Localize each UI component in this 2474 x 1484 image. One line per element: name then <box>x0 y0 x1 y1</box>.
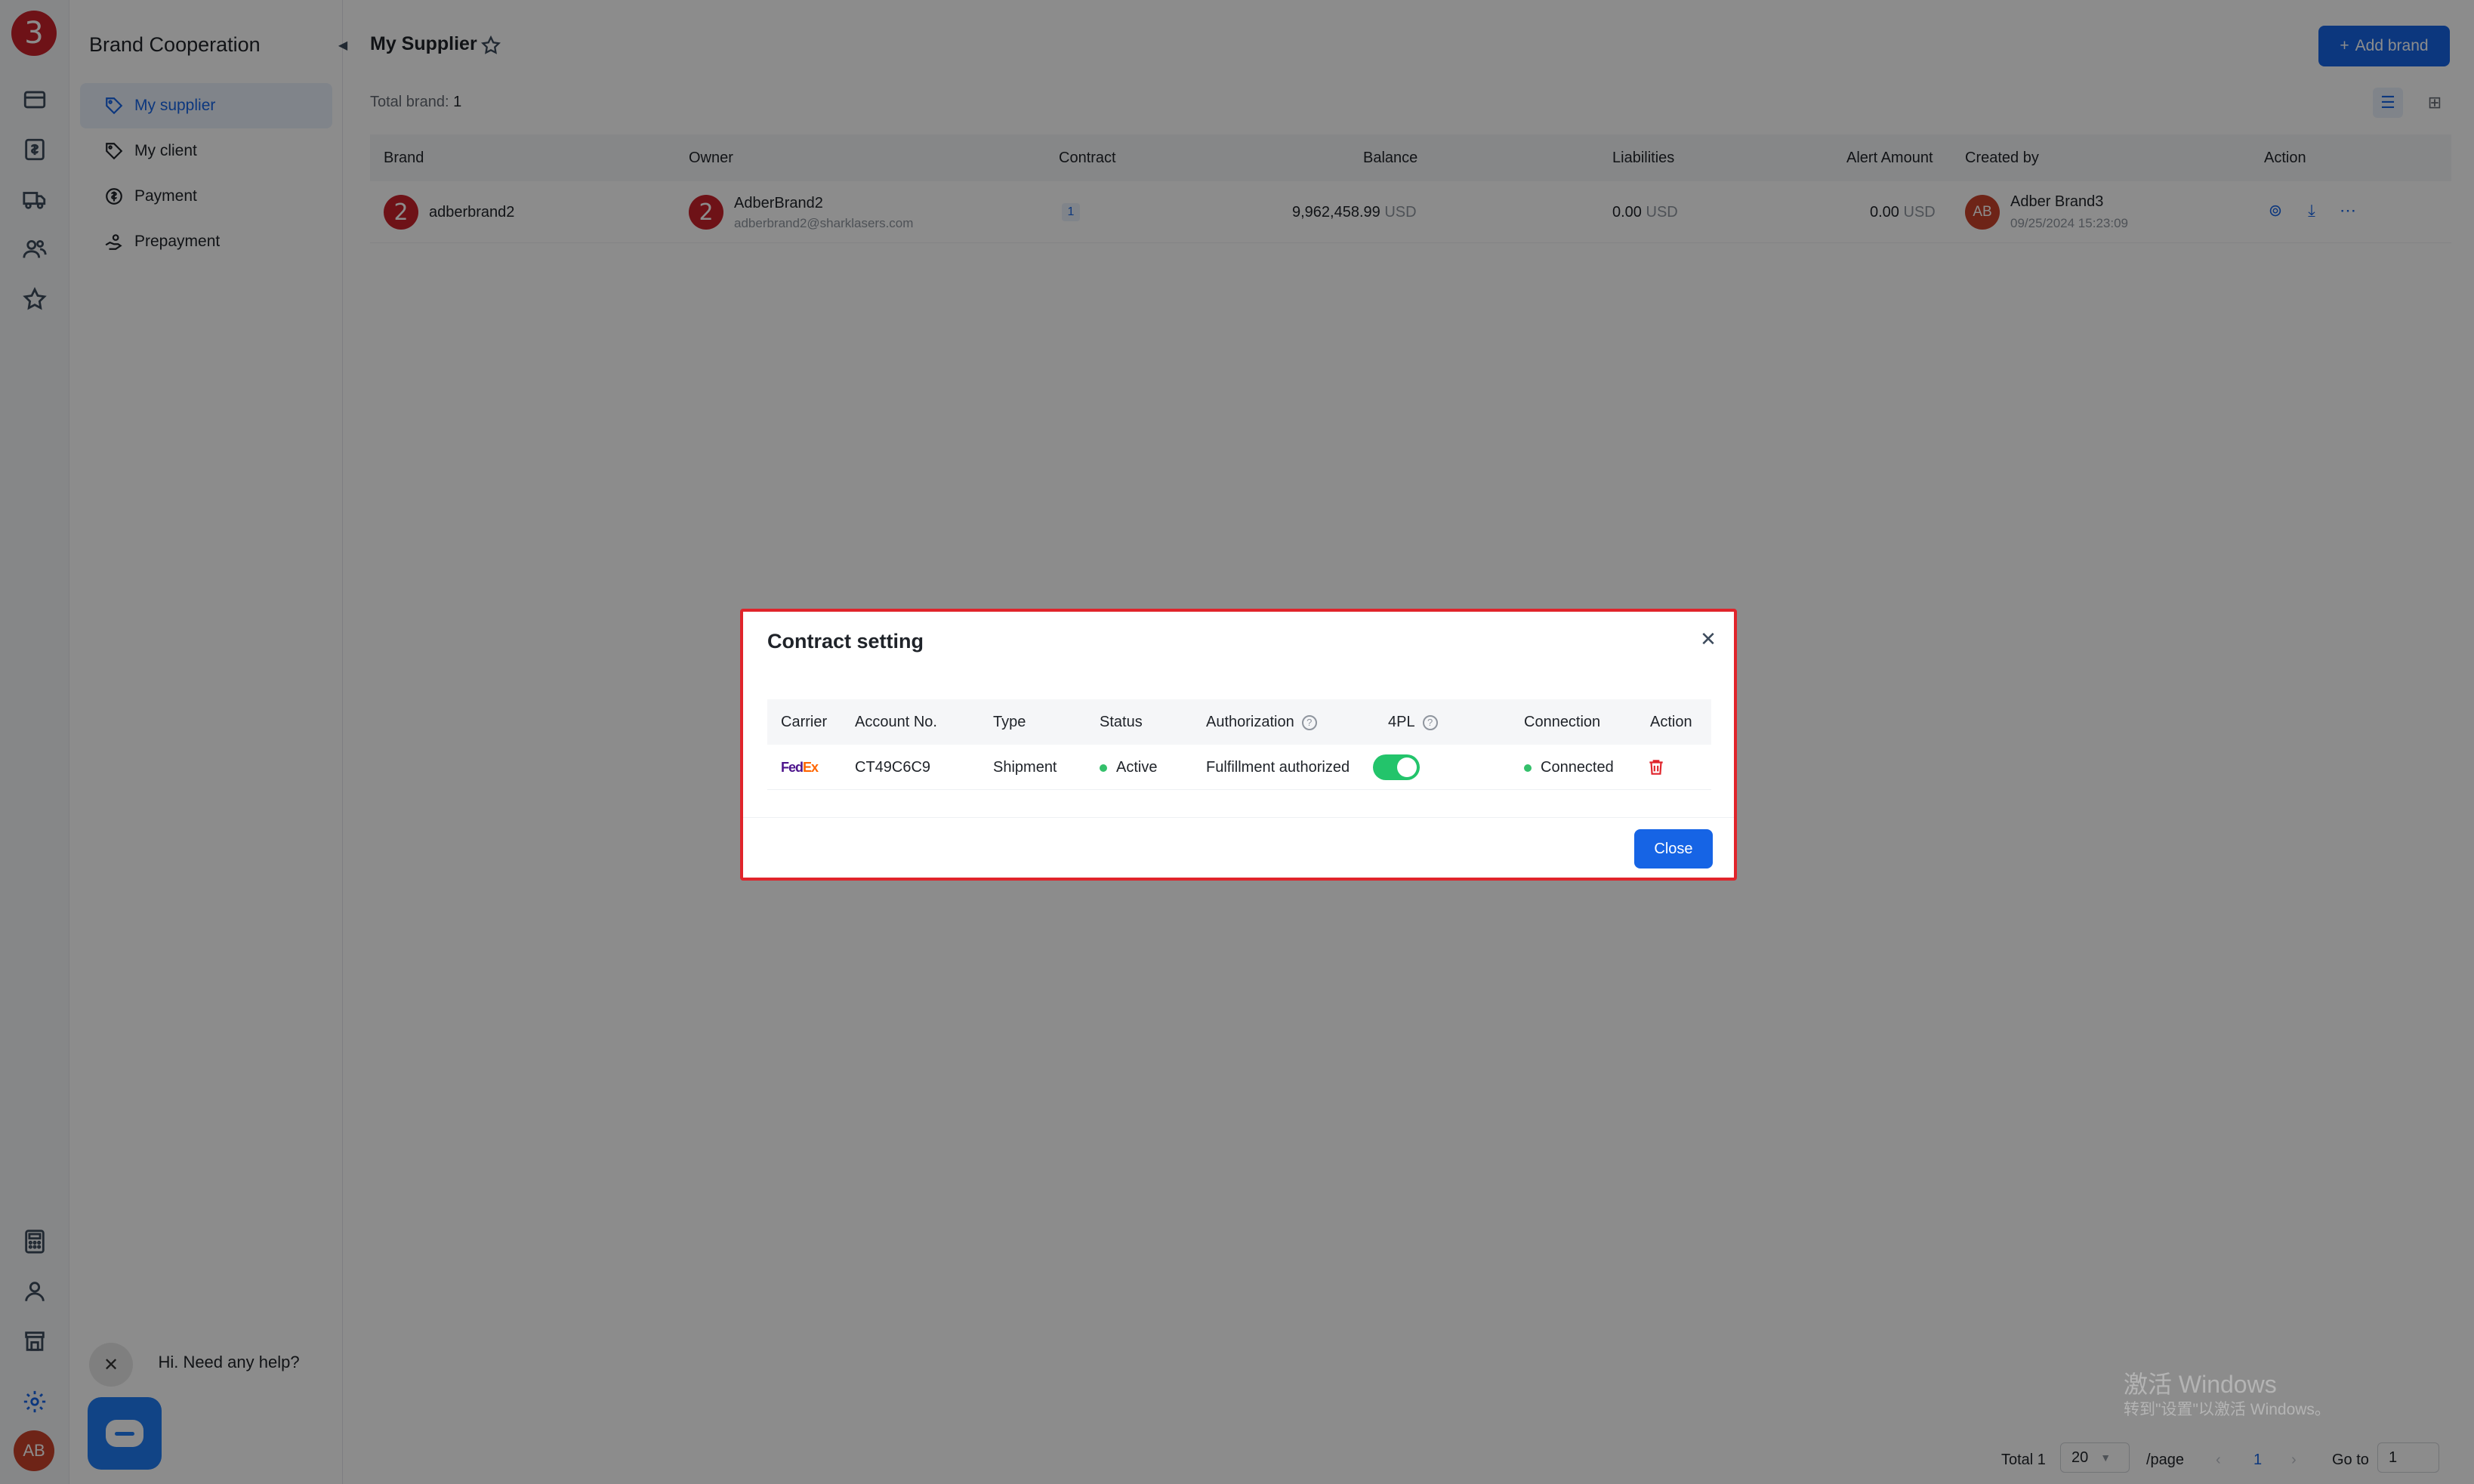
modal-table-header: Carrier Account No. Type Status Authoriz… <box>767 699 1711 745</box>
delete-trash-icon[interactable] <box>1646 757 1666 777</box>
status-label: Active <box>1116 759 1158 776</box>
modal-footer-divider <box>743 817 1734 818</box>
contract-setting-modal: Contract setting ✕ Carrier Account No. T… <box>740 609 1737 881</box>
toggle-knob <box>1397 757 1417 777</box>
status-dot-icon <box>1100 764 1107 772</box>
status-badge: Active <box>1100 745 1157 790</box>
authorization-status: Fulfillment authorized <box>1206 759 1350 776</box>
connection-status: Connected <box>1524 745 1614 790</box>
fourpl-toggle[interactable] <box>1373 754 1420 780</box>
close-button[interactable]: Close <box>1634 829 1713 868</box>
col-connection: Connection <box>1524 714 1601 730</box>
fourpl-label: 4PL <box>1388 714 1415 730</box>
fedex-logo: FedEx <box>781 760 819 775</box>
account-no: CT49C6C9 <box>855 759 931 776</box>
help-icon[interactable]: ? <box>1422 714 1438 730</box>
contract-row: FedEx CT49C6C9 Shipment Active Fulfillme… <box>767 745 1711 790</box>
col-carrier: Carrier <box>781 714 828 730</box>
authorization-label: Authorization <box>1206 714 1294 730</box>
col-status: Status <box>1100 714 1143 730</box>
close-icon[interactable]: ✕ <box>1696 627 1720 651</box>
col-authorization: Authorization? <box>1206 699 1317 745</box>
contract-type: Shipment <box>993 759 1057 776</box>
modal-title: Contract setting <box>767 630 924 653</box>
windows-watermark-line1: 激活 Windows <box>2124 1371 2277 1398</box>
col-4pl: 4PL? <box>1388 699 1438 745</box>
help-icon[interactable]: ? <box>1301 714 1317 730</box>
col-modal-action: Action <box>1650 714 1692 730</box>
connection-dot-icon <box>1524 764 1532 772</box>
connection-label: Connected <box>1541 759 1614 776</box>
col-account-no: Account No. <box>855 714 937 730</box>
windows-watermark-line2: 转到"设置"以激活 Windows。 <box>2124 1401 2331 1418</box>
col-type: Type <box>993 714 1026 730</box>
